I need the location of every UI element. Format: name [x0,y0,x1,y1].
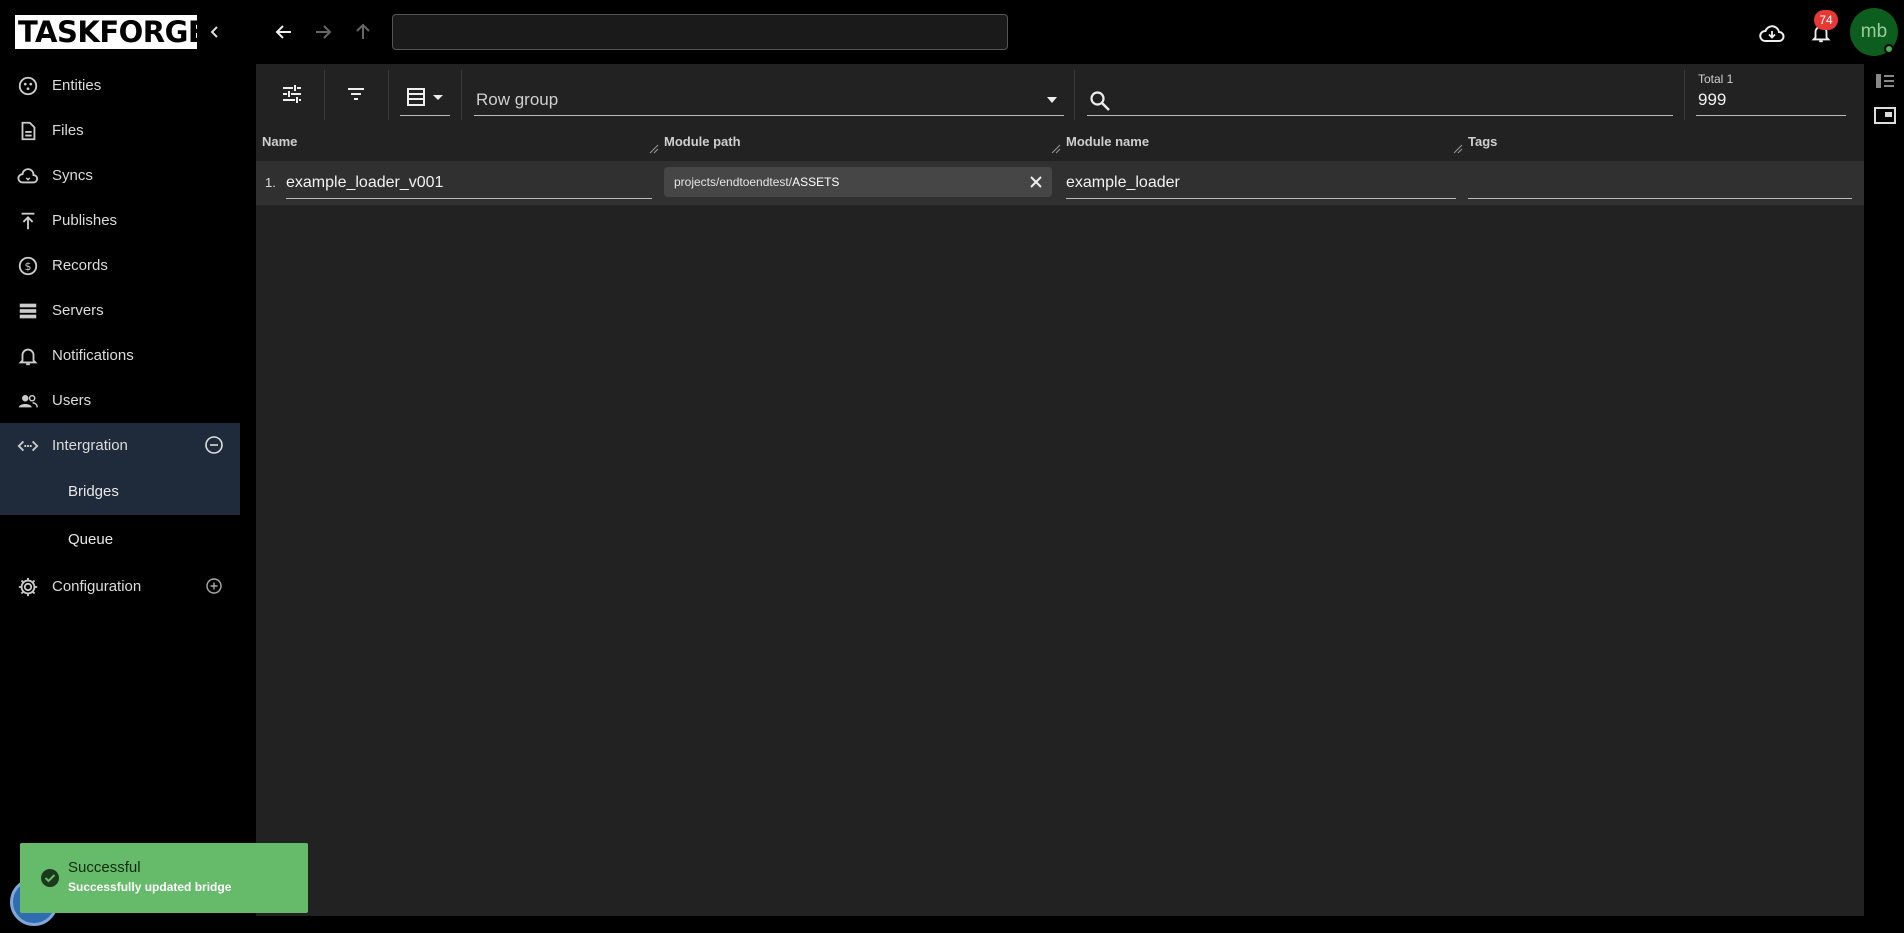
sidebar: TASKFORGER Entities Files Syncs [0,0,240,933]
filter-button[interactable] [338,78,374,110]
logo[interactable]: TASKFORGER [15,15,197,49]
sidebar-item-publishes[interactable]: Publishes [0,198,240,243]
sidebar-item-label: Entities [52,77,102,94]
module-path-suffix: ASSETS [792,175,840,189]
column-header-tags[interactable]: Tags [1468,134,1497,160]
search-input[interactable] [1087,78,1673,116]
column-header-name[interactable]: Name [262,134,297,160]
back-button[interactable] [272,20,296,44]
view-mode-select[interactable] [400,78,450,116]
sidebar-item-label: Files [52,122,84,139]
main-panel: Row group Total 1 999 Name Module path M… [256,64,1864,916]
toolbar-divider [324,70,325,120]
tune-icon [283,85,301,103]
view-list-icon [407,87,425,106]
row-group-select[interactable]: Row group [474,78,1064,116]
sidebar-nav: Entities Files Syncs Publishes $ Records [0,63,240,609]
column-resize-handle[interactable] [649,144,659,154]
sidebar-item-label: Notifications [52,347,134,364]
toolbar-divider [1684,70,1685,120]
details-panel-button[interactable] [1874,70,1896,92]
cloud-download-icon [1759,25,1785,42]
sidebar-subitem-bridges[interactable]: Bridges [0,468,240,515]
cloud-sync-icon [16,164,40,188]
tags-cell-input[interactable] [1468,169,1852,199]
sidebar-subitem-queue[interactable]: Queue [0,515,240,564]
sidebar-item-files[interactable]: Files [0,108,240,153]
publish-icon [16,209,40,233]
sidebar-item-label: Syncs [52,167,93,184]
sidebar-item-label: Records [52,257,108,274]
path-input[interactable] [392,14,1008,50]
toast-title: Successful [68,859,141,876]
filter-icon [348,88,364,100]
name-cell-input[interactable]: example_loader_v001 [286,169,652,199]
toolbar-divider [461,70,462,120]
users-icon [16,389,40,413]
sidebar-item-syncs[interactable]: Syncs [0,153,240,198]
table-row[interactable]: 1. example_loader_v001 projects/endtoend… [256,161,1864,205]
module-path-chip[interactable]: projects/endtoendtest/ASSETS [664,167,1052,197]
column-header-module-path[interactable]: Module path [664,134,741,160]
module-path-prefix: projects/endtoendtest/ [674,175,793,189]
sidebar-item-label: Servers [52,302,104,319]
window-panel-button[interactable] [1874,104,1896,126]
sidebar-item-entities[interactable]: Entities [0,63,240,108]
toast-message: Successfully updated bridge [68,880,232,894]
server-icon [16,299,40,323]
collapse-group-icon[interactable] [204,435,224,455]
list-panel-icon [1876,74,1894,88]
cloud-download-button[interactable] [1759,20,1785,46]
file-icon [16,119,40,143]
caret-down-icon [1047,97,1057,103]
expand-group-icon[interactable] [204,576,224,596]
toolbar-divider [1074,70,1075,120]
window-icon [1874,107,1896,124]
table-toolbar: Row group Total 1 999 [256,64,1864,124]
bell-icon [16,344,40,368]
sidebar-item-configuration[interactable]: Configuration [0,564,240,609]
code-arrows-icon [16,434,40,458]
column-settings-button[interactable] [274,78,310,110]
check-circle-icon [41,869,59,887]
total-label: Total 1 [1698,72,1734,86]
sidebar-item-servers[interactable]: Servers [0,288,240,333]
arrow-right-icon [316,25,332,39]
sidebar-item-notifications[interactable]: Notifications [0,333,240,378]
dollar-icon: $ [16,254,40,278]
sidebar-item-label: Intergration [52,437,128,454]
integration-group: Intergration Bridges [0,423,240,515]
online-status-dot [1884,44,1894,54]
logo-row: TASKFORGER [15,14,197,50]
module-name-cell-input[interactable]: example_loader [1066,169,1456,199]
notification-badge: 74 [1814,10,1838,30]
search-icon [1090,91,1110,111]
column-resize-handle[interactable] [1051,144,1061,154]
row-group-label: Row group [476,90,559,109]
up-button[interactable] [351,20,375,44]
sidebar-item-users[interactable]: Users [0,378,240,423]
arrow-left-icon [275,25,291,39]
arrow-up-icon [356,23,370,39]
column-header-module-name[interactable]: Module name [1066,134,1149,160]
column-resize-handle[interactable] [1453,144,1463,154]
sidebar-item-label: Configuration [52,578,142,595]
close-icon[interactable] [1028,174,1044,190]
success-toast: Successful Successfully updated bridge [20,843,308,913]
sidebar-item-records[interactable]: $ Records [0,243,240,288]
toolbar-divider [388,70,389,120]
gear-icon [16,575,40,599]
row-index: 1. [265,175,276,190]
page-size-value: 999 [1698,90,1727,109]
caret-down-icon [433,94,443,100]
sidebar-item-label: Users [52,392,92,409]
forward-button[interactable] [311,20,335,44]
chevron-left-icon [210,26,218,38]
collapse-sidebar-button[interactable] [204,20,226,44]
sidebar-item-label: Publishes [52,212,118,229]
sidebar-item-integration[interactable]: Intergration [0,423,240,468]
svg-text:$: $ [25,260,32,273]
page-size-field[interactable]: Total 1 999 [1696,70,1846,116]
entities-icon [16,74,40,98]
